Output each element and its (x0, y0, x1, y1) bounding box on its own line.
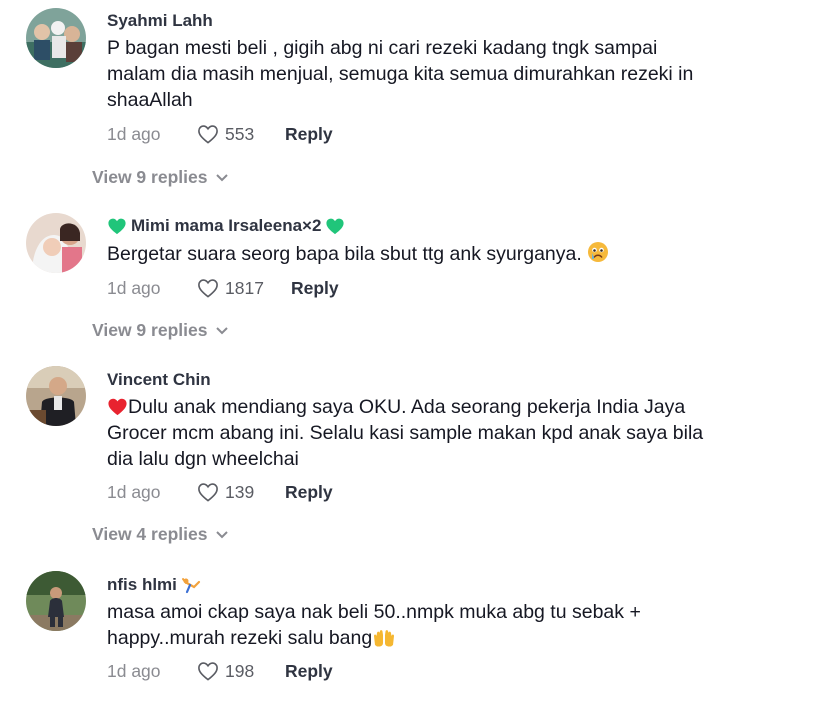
comment-timestamp: 1d ago (107, 481, 161, 502)
gymnast-icon (181, 578, 201, 594)
comment-meta: 1d ago 198 Reply (107, 660, 333, 682)
like-button[interactable]: 553 (197, 124, 285, 145)
comment-text-line: Grocer mcm abang ini. Selalu kasi sample… (107, 422, 704, 444)
chevron-down-icon (216, 326, 229, 334)
like-button[interactable]: 139 (197, 482, 285, 503)
comment-meta: 1d ago 553 Reply (107, 123, 333, 145)
heart-outline-icon (198, 483, 218, 502)
avatar[interactable] (26, 213, 86, 273)
comment-text-line: Bergetar suara seorg bapa bila sbut ttg … (107, 243, 582, 265)
like-count: 1817 (225, 277, 264, 298)
chevron-down-icon (216, 530, 229, 538)
comment-text-line: P bagan mesti beli , gigih abg ni cari r… (107, 37, 658, 59)
comment-timestamp: 1d ago (107, 277, 161, 298)
comment-text-line: malam dia masih menjual, semuga kita sem… (107, 63, 694, 85)
like-button[interactable]: 1817 (197, 278, 291, 299)
chevron-down-icon (216, 173, 229, 181)
reply-button[interactable]: Reply (285, 661, 333, 682)
avatar[interactable] (26, 571, 86, 631)
reply-button[interactable]: Reply (291, 278, 339, 299)
heart-outline-icon (198, 662, 218, 681)
comment-text-line: Dulu anak mendiang saya OKU. Ada seorang… (128, 396, 686, 418)
comment-text-line: dia lalu dgn wheelchai (107, 448, 299, 470)
view-replies-button[interactable]: View 9 replies (92, 320, 229, 341)
clapping-hands-icon (374, 630, 395, 647)
comment-username[interactable]: Mimi mama Irsaleena×2 (107, 216, 345, 236)
like-button[interactable]: 198 (197, 661, 285, 682)
view-replies-button[interactable]: View 4 replies (92, 524, 229, 545)
like-count: 553 (225, 123, 255, 144)
comment-text: Dulu anak mendiang saya OKU. Ada seorang… (107, 394, 747, 472)
green-heart-icon (326, 218, 345, 235)
comment-text-line: masa amoi ckap saya nak beli 50..nmpk mu… (107, 601, 641, 623)
crying-face-icon (588, 242, 609, 262)
view-replies-button[interactable]: View 9 replies (92, 167, 229, 188)
view-replies-label: View 9 replies (92, 320, 208, 340)
comment-text: P bagan mesti beli , gigih abg ni cari r… (107, 35, 747, 113)
comment-timestamp: 1d ago (107, 123, 161, 144)
view-replies-label: View 9 replies (92, 167, 208, 187)
comment-meta: 1d ago 139 Reply (107, 481, 333, 503)
comment-text-line: shaaAllah (107, 89, 193, 111)
comment-username[interactable]: Syahmi Lahh (107, 11, 213, 31)
like-count: 198 (225, 660, 255, 681)
comment-text: masa amoi ckap saya nak beli 50..nmpk mu… (107, 599, 747, 651)
red-heart-icon (108, 398, 127, 416)
reply-button[interactable]: Reply (285, 124, 333, 145)
avatar[interactable] (26, 366, 86, 426)
like-count: 139 (225, 481, 255, 502)
comment-meta: 1d ago 1817 Reply (107, 277, 339, 299)
comment-username[interactable]: Vincent Chin (107, 370, 211, 390)
green-heart-icon (108, 218, 126, 235)
heart-outline-icon (198, 125, 218, 144)
reply-button[interactable]: Reply (285, 482, 333, 503)
comment-username[interactable]: nfis hlmi (107, 575, 201, 595)
heart-outline-icon (198, 279, 218, 298)
comment-text-line: happy..murah rezeki salu bang (107, 627, 373, 649)
view-replies-label: View 4 replies (92, 524, 208, 544)
comment-timestamp: 1d ago (107, 660, 161, 681)
comment-text: Bergetar suara seorg bapa bila sbut ttg … (107, 241, 747, 267)
avatar[interactable] (26, 8, 86, 68)
